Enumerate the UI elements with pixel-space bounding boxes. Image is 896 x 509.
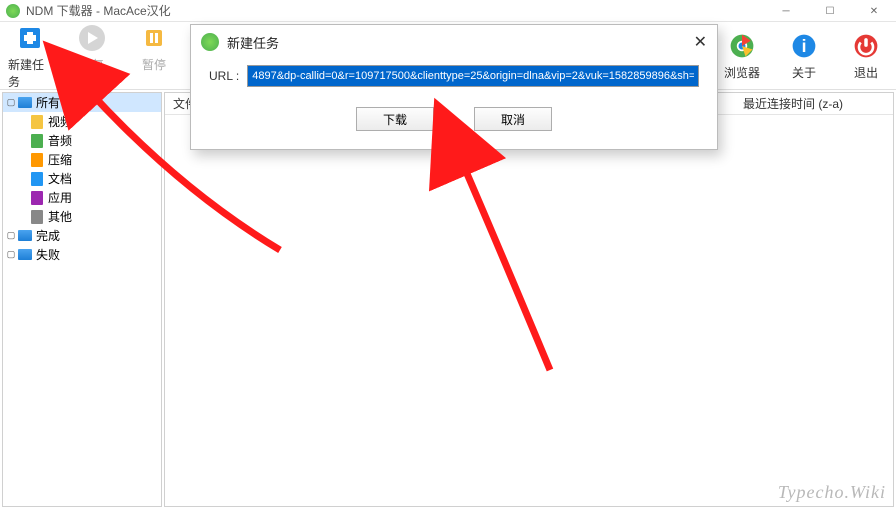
url-input[interactable] [247, 65, 699, 87]
tree-node-other[interactable]: 其他 [3, 207, 161, 226]
list-panel[interactable]: 文件 最近连接时间 (z-a) [164, 92, 894, 507]
exit-button[interactable]: 退出 [844, 30, 888, 81]
pause-icon [138, 22, 170, 54]
modal-title: 新建任务 [227, 33, 279, 52]
modal-app-icon [201, 33, 219, 51]
browser-button[interactable]: 浏览器 [720, 30, 764, 81]
tree-label: 音频 [48, 132, 72, 149]
expander-icon[interactable]: ▢ [5, 97, 17, 108]
maximize-button[interactable]: ☐ [808, 0, 852, 22]
modal-title-bar: 新建任务 ✕ [191, 25, 717, 59]
tree-label: 视频 [48, 113, 72, 130]
browser-label: 浏览器 [724, 64, 760, 81]
tree-label: 文档 [48, 170, 72, 187]
modal-footer: 下载 取消 [191, 107, 717, 131]
tree-node-all[interactable]: ▢ 所有 [3, 93, 161, 112]
browser-icon [726, 30, 758, 62]
modal-close-button[interactable]: ✕ [694, 32, 707, 52]
window-controls: ─ ☐ ✕ [764, 0, 896, 22]
title-bar: NDM 下载器 - MacAce汉化 ─ ☐ ✕ [0, 0, 896, 22]
download-button[interactable]: 下载 [356, 107, 434, 131]
folder-icon [17, 247, 33, 263]
exit-label: 退出 [854, 64, 878, 81]
tree-label: 应用 [48, 189, 72, 206]
resume-button[interactable]: 恢复 [70, 22, 114, 90]
about-button[interactable]: i 关于 [782, 30, 826, 81]
svg-text:i: i [802, 36, 807, 56]
minimize-button[interactable]: ─ [764, 0, 808, 22]
main-area: ▢ 所有 视频 音频 压缩 文档 应用 其他 ▢ [0, 90, 896, 509]
tree-panel[interactable]: ▢ 所有 视频 音频 压缩 文档 应用 其他 ▢ [2, 92, 162, 507]
doc-icon [29, 171, 45, 187]
tree-node-audio[interactable]: 音频 [3, 131, 161, 150]
zip-icon [29, 152, 45, 168]
app-icon-node [29, 190, 45, 206]
col-time-header[interactable]: 最近连接时间 (z-a) [743, 95, 893, 112]
new-task-label: 新建任务 [8, 56, 52, 90]
tree-node-done[interactable]: ▢ 完成 [3, 226, 161, 245]
video-icon [29, 114, 45, 130]
tree-node-fail[interactable]: ▢ 失败 [3, 245, 161, 264]
tree-label: 所有 [36, 94, 60, 111]
exit-icon [850, 30, 882, 62]
folder-icon [17, 95, 33, 111]
tree-label: 其他 [48, 208, 72, 225]
tree-node-video[interactable]: 视频 [3, 112, 161, 131]
tree-node-zip[interactable]: 压缩 [3, 150, 161, 169]
audio-icon [29, 133, 45, 149]
tree-label: 失败 [36, 246, 60, 263]
expander-icon[interactable]: ▢ [5, 249, 17, 260]
url-label: URL : [209, 69, 239, 83]
app-icon [6, 4, 20, 18]
modal-body: URL : [191, 59, 717, 93]
pause-label: 暂停 [142, 56, 166, 73]
resume-icon [76, 22, 108, 54]
new-task-icon [14, 22, 46, 54]
cancel-button[interactable]: 取消 [474, 107, 552, 131]
other-icon [29, 209, 45, 225]
window-title: NDM 下载器 - MacAce汉化 [26, 2, 171, 19]
tree-node-doc[interactable]: 文档 [3, 169, 161, 188]
expander-icon[interactable]: ▢ [5, 230, 17, 241]
resume-label: 恢复 [80, 56, 104, 73]
about-label: 关于 [792, 64, 816, 81]
folder-icon [17, 228, 33, 244]
tree-node-app[interactable]: 应用 [3, 188, 161, 207]
pause-button[interactable]: 暂停 [132, 22, 176, 90]
close-button[interactable]: ✕ [852, 0, 896, 22]
new-task-modal: 新建任务 ✕ URL : 下载 取消 [190, 24, 718, 150]
about-icon: i [788, 30, 820, 62]
watermark: Typecho.Wiki [778, 482, 886, 503]
tree-label: 压缩 [48, 151, 72, 168]
new-task-button[interactable]: 新建任务 [8, 22, 52, 90]
tree-label: 完成 [36, 227, 60, 244]
